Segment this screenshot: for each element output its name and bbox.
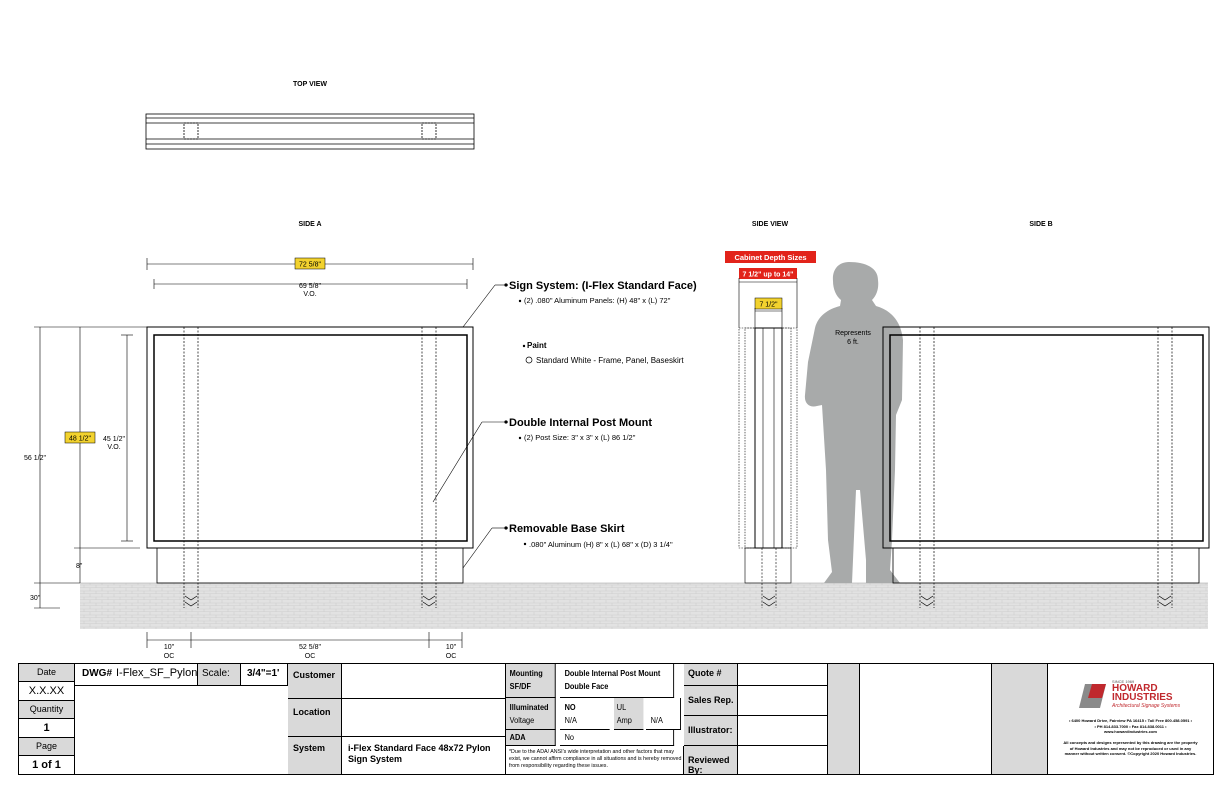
title-block: Date X.X.XX Quantity 1 Page 1 of 1 DWG# … [18,663,1214,775]
post-callout-detail: (2) Post Size: 3" x 3" x (L) 86 1/2" [524,433,636,442]
reviewed-by-label: Reviewed By: [684,746,738,774]
quantity-label: Quantity [19,701,75,719]
disclaimer-line-1: *Due to the ADA/ ANSI's wide interpretat… [509,749,675,755]
company-address-1: • 6400 Howard Drive, Fairview PA 16415 •… [1068,718,1193,723]
sfdf-label: SF/DF [509,682,531,691]
side-b-sign [882,326,1210,608]
vo-height-label: 45 1/2" [103,436,125,443]
company-name-2: INDUSTRIES [1112,692,1173,703]
illustrator-field [738,716,828,746]
illuminated-label: Illuminated [509,703,549,712]
center-oc-label: 52 5/8" [299,644,321,651]
page-value: 1 of 1 [19,756,75,774]
top-view-drawing [145,113,475,150]
sales-rep-field [738,686,828,716]
sign-system-callout-title: Sign System: (I-Flex Standard Face) [509,280,697,292]
system-value-1: i-Flex Standard Face 48x72 Pylon [348,743,491,753]
depth-range: 7 1/2" up to 14" [743,272,794,279]
customer-label: Customer [288,664,342,699]
side-view-title: SIDE VIEW [752,221,789,228]
company-tagline: Architectural Signage Systems [1112,703,1181,709]
ada-label: ADA [506,730,556,746]
amp-label: Amp [616,716,632,725]
illustrator-label: Illustrator: [684,716,738,746]
company-web: www.howardindustries.com [1104,729,1157,734]
quantity-value: 1 [19,719,75,738]
top-view-title: TOP VIEW [293,81,327,88]
overall-height-label: 56 1/2" [24,455,46,462]
post-callout-title: Double Internal Post Mount [509,417,652,429]
voltage-value: N/A [564,716,577,725]
skirt-height-label: 8" [76,563,83,570]
side-a-title: SIDE A [298,221,321,228]
sfdf-value: Double Face [564,682,609,691]
date-value: X.X.XX [19,682,75,701]
skirt-callout-title: Removable Base Skirt [509,523,625,535]
dwg-value: I-Flex_SF_Pylon [116,667,198,679]
illuminated-value: NO [564,703,576,712]
ground-depth-label: 30" [30,595,41,602]
location-label: Location [288,699,342,737]
overall-width-label: 72 5/8" [299,262,321,269]
depth-title: Cabinet Depth Sizes [734,253,806,262]
ul-label: UL [616,703,627,712]
left-oc-sub: OC [164,653,175,660]
page-label: Page [19,738,75,756]
vo-width-label: 69 5/8" [299,283,321,290]
side-a-sign [146,326,474,608]
scale-value: 3/4"=1' [247,668,280,679]
location-field [342,699,506,737]
person-silhouette-icon [804,262,903,583]
quote-label: Quote # [684,664,738,686]
skirt-callout-detail: .080" Aluminum (H) 8" x (L) 68" x (D) 3 … [529,540,673,549]
customer-field [342,664,506,699]
voltage-label: Voltage [509,716,535,725]
paint-radio-icon [525,356,533,364]
center-oc-sub: OC [305,653,316,660]
company-legal-3: manner without written consent. ©Copyrig… [1064,751,1197,756]
approval-column-1 [828,664,860,774]
side-view-drawing [738,278,798,608]
right-oc-sub: OC [446,653,457,660]
quote-field [738,664,828,686]
approval-field-1 [860,664,992,774]
right-oc-label: 10" [446,644,457,651]
company-legal-1: All concepts and designs represented by … [1063,740,1198,745]
vo-height-sub: V.O. [107,444,120,451]
date-label: Date [19,664,75,682]
system-value-2: Sign System [348,754,403,764]
depth-value: 7 1/2" [759,302,778,309]
scale-label: Scale: [197,664,241,686]
left-oc-label: 10" [164,644,175,651]
sales-rep-label: Sales Rep. [684,686,738,716]
dwg-label: DWG# [82,668,112,679]
mounting-label: Mounting [509,669,543,678]
approval-column-2 [992,664,1048,774]
disclaimer-line-3: from responsibility regarding these issu… [509,763,608,769]
cabinet-height-label: 48 1/2" [69,436,91,443]
vo-width-sub: V.O. [303,291,316,298]
person-label-2: 6 ft. [847,339,859,346]
side-b-title: SIDE B [1029,221,1052,228]
sign-system-callout-detail: (2) .080" Aluminum Panels: (H) 48" x (L)… [524,296,671,305]
amp-value: N/A [650,716,663,725]
paint-callout-title: Paint [527,341,547,350]
company-block: SINCE 1969 HOWARD INDUSTRIES Architectur… [1048,664,1213,774]
reviewed-by-field [738,746,828,774]
disclaimer-line-2: exist, we cannot affirm compliance in al… [509,756,682,762]
system-label: System [288,737,342,774]
paint-callout-detail: Standard White - Frame, Panel, Baseskirt [536,356,684,365]
ground-strip [80,583,1208,629]
mounting-value: Double Internal Post Mount [564,669,661,678]
ada-value: No [560,730,675,746]
person-label-1: Represents [835,330,871,337]
